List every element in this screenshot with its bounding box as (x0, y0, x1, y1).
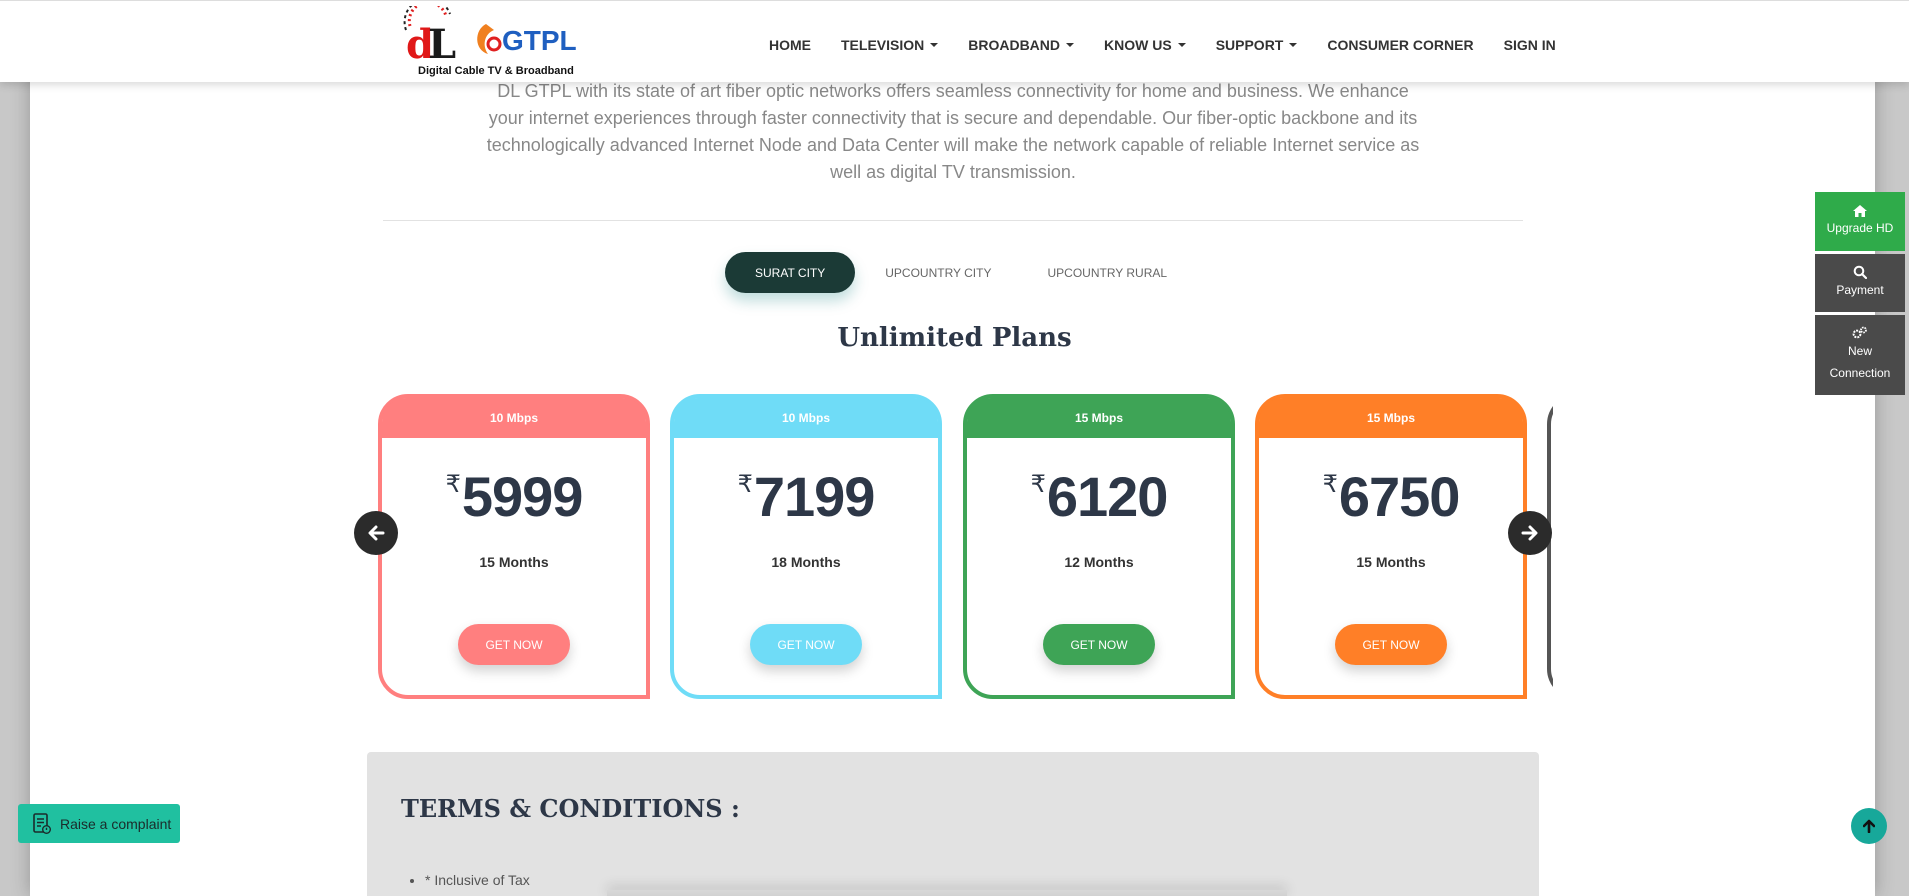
plans-carousel: 10 Mbps ₹5999 15 Months GET NOW 10 Mbps … (378, 392, 1553, 702)
svg-text:GTPL: GTPL (502, 25, 577, 56)
plan-card: 15 Mbps ₹6120 12 Months GET NOW (963, 394, 1235, 699)
price-value: 7199 (753, 465, 876, 528)
upgrade-hd-button[interactable]: Upgrade HD (1815, 192, 1905, 251)
nav-consumer-corner[interactable]: CONSUMER CORNER (1327, 37, 1473, 53)
carousel-next-button[interactable] (1508, 511, 1552, 555)
complaint-label: Raise a complaint (60, 815, 172, 832)
side-label: Payment (1836, 283, 1884, 297)
plan-price: ₹6750 (1259, 464, 1523, 529)
logo[interactable]: d L GTPL Digital Cable TV & Broadband (398, 6, 588, 78)
raise-complaint-button[interactable]: Raise a complaint (18, 804, 180, 843)
nav-label: CONSUMER CORNER (1327, 37, 1474, 53)
arrow-up-icon (1863, 819, 1875, 833)
caret-down-icon (1177, 43, 1186, 47)
side-label: Upgrade HD (1826, 220, 1894, 235)
nav-know-us[interactable]: KNOW US (1104, 37, 1186, 53)
plan-speed: 15 Mbps (1259, 398, 1523, 438)
new-connection-button[interactable]: New Connection (1815, 315, 1905, 395)
payment-button[interactable]: Payment (1815, 254, 1905, 312)
arrow-left-icon (368, 525, 385, 541)
terms-list: * Inclusive of Tax (425, 872, 530, 888)
rupee-icon: ₹ (1030, 471, 1046, 498)
terms-item: * Inclusive of Tax (425, 872, 530, 888)
price-value: 5999 (461, 465, 584, 528)
plans-title: Unlimited Plans (837, 323, 1072, 353)
site-header: d L GTPL Digital Cable TV & Broadband HO… (0, 0, 1909, 82)
nav-label: KNOW US (1104, 37, 1172, 53)
plan-speed: 10 Mbps (382, 398, 646, 438)
price-value: 6120 (1046, 465, 1169, 528)
caret-down-icon (1289, 43, 1298, 47)
rupee-icon: ₹ (445, 471, 461, 498)
get-now-button[interactable]: GET NOW (458, 624, 570, 665)
home-icon (1853, 204, 1867, 217)
get-now-button[interactable]: GET NOW (750, 624, 862, 665)
plan-duration: 12 Months (1064, 554, 1134, 570)
nav-label: SIGN IN (1503, 37, 1556, 53)
tab-upcountry-rural[interactable]: UPCOUNTRY RURAL (1021, 252, 1193, 293)
logo-tagline: Digital Cable TV & Broadband (418, 65, 574, 77)
carousel-prev-button[interactable] (354, 511, 398, 555)
nav-home[interactable]: HOME (769, 37, 811, 53)
nav-television[interactable]: TELEVISION (841, 37, 939, 53)
caret-down-icon (930, 43, 939, 47)
caret-down-icon (1066, 43, 1075, 47)
get-now-button[interactable]: GET NOW (1043, 624, 1155, 665)
nav-label: BROADBAND (968, 37, 1061, 53)
side-widget: Upgrade HD Payment New Connection (1815, 192, 1905, 398)
svg-text:L: L (428, 21, 456, 66)
terms-inner-panel (607, 890, 1287, 896)
search-icon (1853, 265, 1867, 279)
terms-section: TERMS & CONDITIONS : * Inclusive of Tax (367, 752, 1539, 896)
plan-speed: 10 Mbps (674, 398, 938, 438)
gears-icon (1852, 326, 1867, 339)
plan-card-partial (1547, 394, 1553, 699)
region-tabs: SURAT CITY UPCOUNTRY CITY UPCOUNTRY RURA… (725, 252, 1193, 293)
nav-broadband[interactable]: BROADBAND (968, 37, 1075, 53)
main-nav: HOME TELEVISION BROADBAND KNOW US SUPPOR… (769, 37, 1586, 53)
rupee-icon: ₹ (737, 471, 753, 498)
plan-card: 15 Mbps ₹6750 15 Months GET NOW (1255, 394, 1527, 699)
side-label: New Connection (1829, 344, 1891, 380)
get-now-button[interactable]: GET NOW (1335, 624, 1447, 665)
scroll-to-top-button[interactable] (1851, 808, 1887, 844)
nav-label: TELEVISION (841, 37, 925, 53)
arrow-right-icon (1521, 525, 1538, 541)
plan-price: ₹6120 (967, 464, 1231, 529)
price-value: 6750 (1338, 465, 1461, 528)
plan-price: ₹5999 (382, 464, 646, 529)
complaint-form-icon (33, 812, 51, 834)
plan-duration: 18 Months (771, 554, 841, 570)
tab-surat-city[interactable]: SURAT CITY (725, 252, 856, 293)
plan-duration: 15 Months (479, 554, 549, 570)
nav-label: HOME (769, 37, 811, 53)
nav-label: SUPPORT (1215, 37, 1284, 53)
plan-card: 10 Mbps ₹5999 15 Months GET NOW (378, 394, 650, 699)
terms-title: TERMS & CONDITIONS : (401, 794, 740, 823)
intro-text: DL GTPL with its state of art fiber opti… (486, 81, 1420, 182)
tab-upcountry-city[interactable]: UPCOUNTRY CITY (859, 252, 1017, 293)
plan-speed: 15 Mbps (967, 398, 1231, 438)
logo-graphic: d L GTPL (403, 6, 577, 66)
section-divider (383, 220, 1523, 221)
plan-duration: 15 Months (1356, 554, 1426, 570)
plan-price: ₹7199 (674, 464, 938, 529)
plan-card: 10 Mbps ₹7199 18 Months GET NOW (670, 394, 942, 699)
nav-sign-in[interactable]: SIGN IN (1504, 37, 1556, 53)
nav-support[interactable]: SUPPORT (1216, 37, 1298, 53)
rupee-icon: ₹ (1322, 471, 1338, 498)
